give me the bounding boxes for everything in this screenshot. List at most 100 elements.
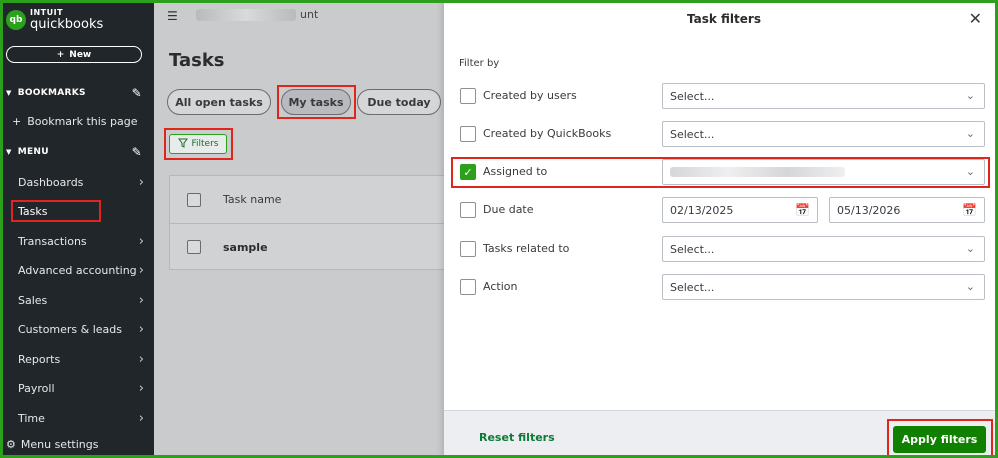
filter-row-created-by-users: Created by users Select... ⌄	[444, 81, 998, 111]
action-checkbox[interactable]	[460, 279, 476, 295]
highlight-filters	[164, 128, 233, 160]
drawer-footer: Reset filters Apply filters	[444, 410, 998, 458]
tab-all-open-tasks[interactable]: All open tasks	[167, 89, 271, 115]
blurred-company-name	[196, 8, 296, 21]
chevron-down-icon: ⌄	[965, 127, 975, 140]
due-date-checkbox[interactable]	[460, 202, 476, 218]
created-by-users-select[interactable]: Select... ⌄	[662, 83, 985, 109]
filter-row-action: Action Select... ⌄	[444, 272, 998, 302]
table-row[interactable]: sample	[170, 223, 445, 270]
topbar: ☰ unt	[154, 0, 444, 32]
bookmark-this-page[interactable]: + Bookmark this page	[12, 115, 137, 128]
filter-row-label: Due date	[483, 203, 534, 216]
company-name-suffix: unt	[300, 8, 319, 21]
bookmarks-heading-label: BOOKMARKS	[17, 88, 86, 98]
sidebar-item-advanced-accounting[interactable]: Advanced accounting ›	[18, 261, 148, 279]
menu-settings[interactable]: ⚙ Menu settings	[6, 438, 98, 451]
chevron-down-icon: ⌄	[965, 242, 975, 255]
filter-row-label: Action	[483, 280, 518, 293]
company-name: unt	[196, 8, 318, 21]
hamburger-menu-icon[interactable]: ☰	[167, 9, 178, 23]
chevron-right-icon: ›	[138, 380, 144, 396]
filter-row-created-by-quickbooks: Created by QuickBooks Select... ⌄	[444, 119, 998, 149]
sidebar-item-label: Time	[18, 411, 45, 425]
menu-settings-label: Menu settings	[20, 438, 99, 451]
created-by-quickbooks-checkbox[interactable]	[460, 126, 476, 142]
sidebar-item-label: Customers & leads	[18, 322, 123, 336]
filter-row-label: Tasks related to	[483, 242, 570, 255]
new-button-label: New	[69, 49, 92, 60]
calendar-icon[interactable]: 📅	[795, 203, 810, 217]
sidebar-item-label: Transactions	[18, 234, 87, 248]
close-icon[interactable]: ✕	[969, 9, 982, 28]
menu-heading-label: MENU	[17, 147, 49, 157]
chevron-right-icon: ›	[138, 174, 144, 190]
filter-row-due-date: Due date 02/13/2025 📅 05/13/2026 📅	[444, 195, 998, 225]
created-by-quickbooks-select[interactable]: Select... ⌄	[662, 121, 985, 147]
sidebar-item-dashboards[interactable]: Dashboards ›	[18, 173, 148, 191]
plus-icon: +	[12, 115, 22, 128]
reset-filters-button[interactable]: Reset filters	[479, 431, 555, 444]
chevron-right-icon: ›	[138, 321, 144, 337]
task-filters-drawer: Task filters ✕ Filter by Created by user…	[444, 0, 998, 458]
tasks-table: Task name sample	[169, 175, 445, 270]
due-date-to-input[interactable]: 05/13/2026 📅	[829, 197, 985, 223]
filter-row-label: Created by users	[483, 89, 577, 102]
created-by-users-checkbox[interactable]	[460, 88, 476, 104]
sidebar-item-label: Reports	[18, 352, 61, 366]
select-value: Select...	[670, 127, 715, 141]
page-title: Tasks	[169, 50, 225, 71]
qb-logo-icon: qb	[6, 9, 26, 30]
tasks-related-to-select[interactable]: Select... ⌄	[662, 236, 985, 262]
table-header-row: Task name	[170, 176, 445, 223]
date-value: 02/13/2025	[670, 203, 734, 217]
chevron-right-icon: ›	[138, 292, 144, 308]
plus-icon: +	[56, 49, 65, 60]
sidebar-item-label: Advanced accounting	[18, 263, 137, 277]
sidebar-item-sales[interactable]: Sales ›	[18, 291, 148, 309]
filter-row-tasks-related-to: Tasks related to Select... ⌄	[444, 234, 998, 264]
chevron-down-icon: ⌄	[965, 89, 975, 102]
highlight-tasks	[11, 200, 101, 222]
chevron-down-icon: ⌄	[965, 280, 975, 293]
logo-product-text: quickbooks	[30, 17, 104, 32]
date-value: 05/13/2026	[837, 203, 901, 217]
select-value: Select...	[670, 242, 715, 256]
sidebar-item-label: Sales	[18, 293, 48, 307]
highlight-my-tasks	[277, 85, 356, 119]
highlight-apply-filters	[887, 419, 993, 458]
chevron-right-icon: ›	[138, 351, 144, 367]
tasks-related-to-checkbox[interactable]	[460, 241, 476, 257]
gear-icon: ⚙	[6, 438, 16, 451]
drawer-title: Task filters	[687, 12, 761, 26]
sidebar-item-label: Payroll	[18, 381, 55, 395]
sidebar: qb INTUIT quickbooks + New ▼ BOOKMARKS ✎…	[0, 0, 154, 458]
due-date-from-input[interactable]: 02/13/2025 📅	[662, 197, 818, 223]
sidebar-item-time[interactable]: Time ›	[18, 409, 148, 427]
sidebar-item-reports[interactable]: Reports ›	[18, 350, 148, 368]
pencil-icon[interactable]: ✎	[132, 86, 142, 100]
column-header-task-name[interactable]: Task name	[223, 193, 281, 206]
select-value: Select...	[670, 89, 715, 103]
filter-row-label: Created by QuickBooks	[483, 127, 612, 140]
highlight-assigned-to	[451, 157, 990, 188]
caret-down-icon: ▼	[6, 148, 12, 156]
chevron-right-icon: ›	[138, 233, 144, 249]
menu-heading[interactable]: ▼ MENU ✎	[6, 145, 146, 159]
bookmarks-heading[interactable]: ▼ BOOKMARKS ✎	[6, 86, 146, 100]
pencil-icon[interactable]: ✎	[132, 145, 142, 159]
action-select[interactable]: Select... ⌄	[662, 274, 985, 300]
sidebar-item-customers-leads[interactable]: Customers & leads ›	[18, 320, 148, 338]
tab-due-today[interactable]: Due today	[357, 89, 441, 115]
sidebar-item-transactions[interactable]: Transactions ›	[18, 232, 148, 250]
sidebar-item-payroll[interactable]: Payroll ›	[18, 379, 148, 397]
chevron-right-icon: ›	[138, 262, 144, 278]
main-content: ☰ unt Tasks All open tasks My tasks Due …	[154, 0, 445, 458]
row-checkbox[interactable]	[187, 240, 201, 254]
new-button[interactable]: + New	[6, 46, 142, 63]
select-all-checkbox[interactable]	[187, 192, 201, 207]
calendar-icon[interactable]: 📅	[962, 203, 977, 217]
quickbooks-logo[interactable]: qb INTUIT quickbooks	[6, 8, 103, 31]
task-name-cell[interactable]: sample	[223, 241, 268, 254]
filter-by-label: Filter by	[459, 58, 500, 69]
